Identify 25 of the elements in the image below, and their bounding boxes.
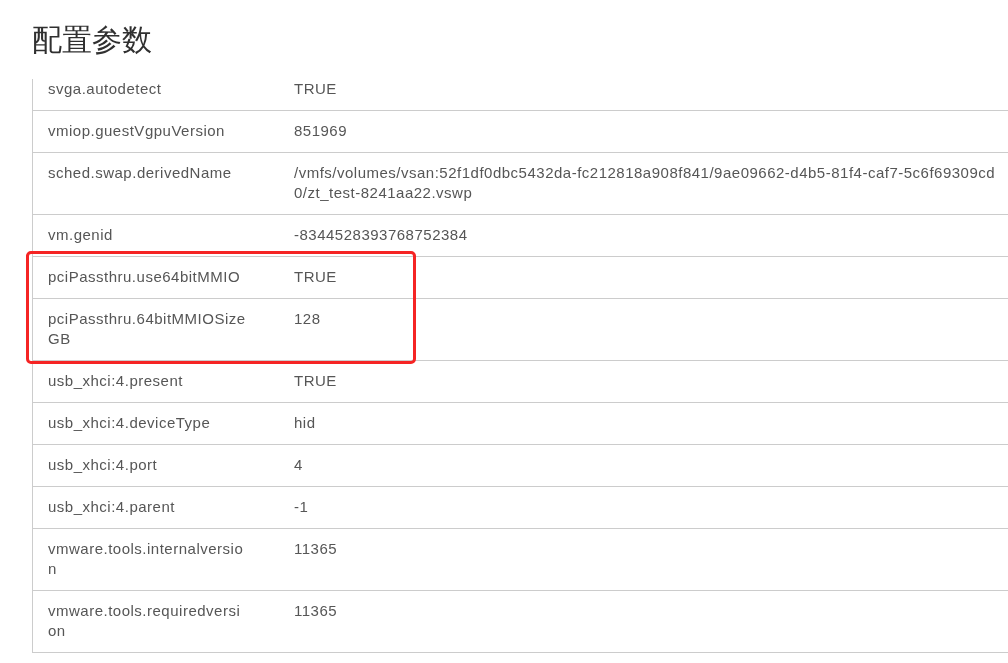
parameter-value: 128 — [294, 310, 321, 327]
parameter-name: usb_xhci:4.parent — [48, 498, 175, 515]
parameter-name: usb_xhci:4.port — [48, 456, 158, 473]
parameter-value: TRUE — [294, 268, 337, 285]
parameter-value: TRUE — [294, 372, 337, 389]
parameter-value: 851969 — [294, 122, 348, 139]
parameter-name: vmware.tools.requiredversion — [48, 602, 241, 639]
parameter-name: usb_xhci:4.deviceType — [48, 414, 211, 431]
parameter-name: usb_xhci:4.present — [48, 372, 183, 389]
parameter-value: 4 — [294, 456, 303, 473]
parameter-value: 11365 — [294, 540, 338, 557]
parameter-name: sched.swap.derivedName — [48, 164, 232, 181]
parameter-name: vmware.tools.internalversion — [48, 540, 244, 577]
parameter-name: pciPassthru.use64bitMMIO — [48, 268, 241, 285]
parameter-name: pciPassthru.64bitMMIOSizeGB — [48, 310, 246, 347]
parameter-name: svga.autodetect — [48, 80, 162, 97]
parameter-value: 11365 — [294, 602, 338, 619]
parameter-name: vm.genid — [48, 226, 113, 243]
parameter-value: -1 — [294, 498, 309, 515]
parameter-value: hid — [294, 414, 316, 431]
parameter-value: -8344528393768752384 — [294, 226, 468, 243]
parameter-value: /vmfs/volumes/vsan:52f1df0dbc5432da-fc212818a908f841/9ae09662-d4b5-81f4-caf7-5c6f69309cd0/zt_test-8241aa22.vswp — [294, 164, 996, 201]
page-title: 配置参数 — [31, 22, 153, 58]
parameter-name: vmiop.guestVgpuVersion — [48, 122, 225, 139]
parameter-value: TRUE — [294, 80, 337, 97]
